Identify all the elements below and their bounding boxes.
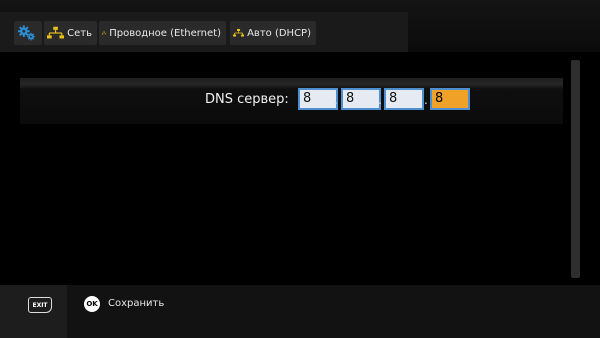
top-bar: Сеть Проводное (Ethernet) Авто (DHCP) [0,0,600,52]
dns-server-row[interactable]: DNS сервер: 8 . 8 . 8 . 8 [20,78,563,124]
dns-server-label: DNS сервер: [205,92,289,107]
network-icon [233,28,245,37]
scrollbar[interactable] [571,60,580,278]
octet-separator: . [334,93,338,107]
ok-key-icon[interactable]: OK [84,296,100,312]
breadcrumb-ethernet[interactable]: Проводное (Ethernet) [99,21,226,45]
breadcrumb-dhcp[interactable]: Авто (DHCP) [230,21,316,45]
exit-key-icon[interactable]: EXIT [28,297,52,313]
octet-separator: . [378,93,382,107]
breadcrumb-label: Проводное (Ethernet) [109,27,221,39]
exit-area[interactable]: EXIT [0,285,67,338]
octet-separator: . [424,93,428,107]
dns-octet-2-field[interactable]: 8 [341,88,381,110]
breadcrumb-network[interactable]: Сеть [44,21,97,45]
network-icon [102,31,107,35]
gears-icon [18,25,35,41]
network-icon [47,26,65,39]
dns-octet-1-field[interactable]: 8 [298,88,338,110]
save-label: Сохранить [108,298,165,309]
bottom-bar: EXIT OK Сохранить [0,285,600,338]
breadcrumb-label: Сеть [67,27,92,39]
dns-octet-3-field[interactable]: 8 [384,88,424,110]
settings-root-crumb[interactable] [14,21,42,45]
breadcrumb-label: Авто (DHCP) [247,27,311,39]
dns-octet-4-field[interactable]: 8 [430,88,470,110]
settings-content: DNS сервер: 8 . 8 . 8 . 8 [0,52,600,284]
